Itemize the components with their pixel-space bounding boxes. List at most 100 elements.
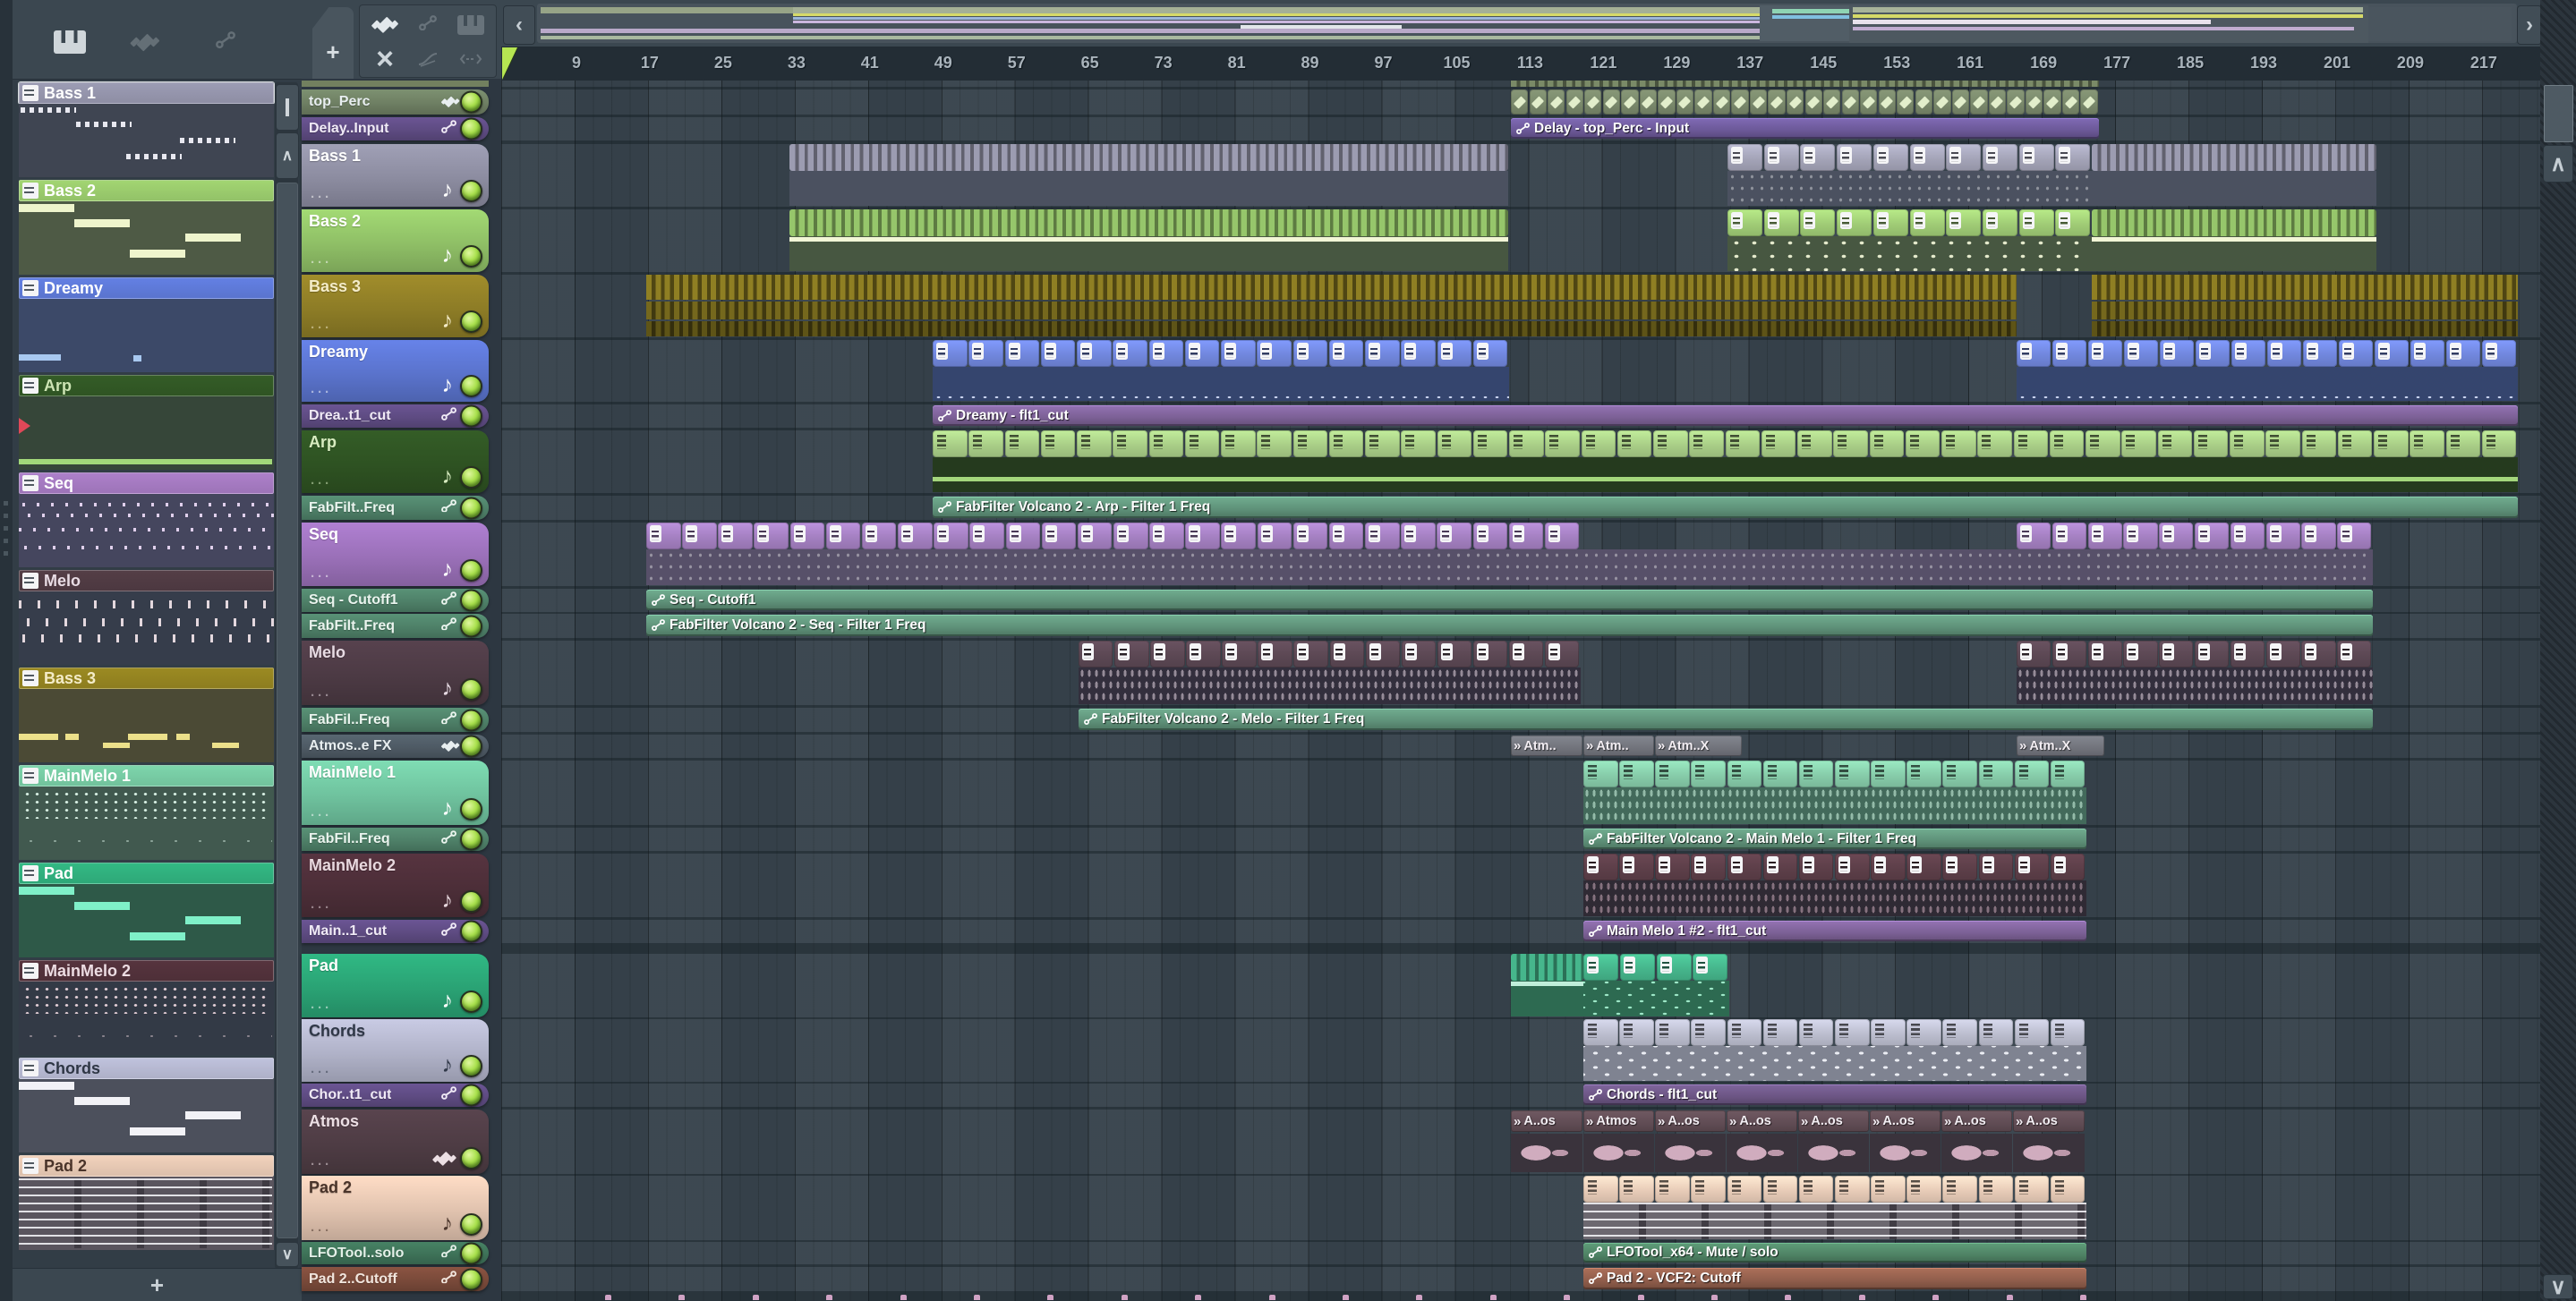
pattern-clip[interactable] — [1725, 430, 1761, 457]
pattern-clip[interactable] — [1761, 430, 1796, 457]
pattern-clip-strip[interactable] — [789, 209, 1508, 236]
audio-clip-cell[interactable] — [2007, 89, 2025, 115]
pattern-clip-strip[interactable] — [2092, 275, 2518, 300]
pattern-clip[interactable] — [1653, 430, 1688, 457]
pattern-clip[interactable] — [1293, 641, 1328, 668]
pattern-clip[interactable] — [2121, 430, 2156, 457]
scroll-left-button[interactable]: ‹ — [503, 5, 535, 45]
pattern-header[interactable]: Pad — [19, 863, 274, 884]
audio-clip[interactable]: » A..os — [1511, 1110, 1582, 1132]
pattern-clip[interactable] — [2301, 430, 2337, 457]
pattern-clip[interactable] — [1800, 209, 1836, 236]
pattern-clip[interactable] — [1762, 1019, 1798, 1046]
pattern-clip[interactable] — [2018, 144, 2054, 171]
track-header-main-1-cut[interactable]: Main..1_cut — [302, 920, 489, 943]
pattern-clip[interactable] — [1545, 430, 1580, 457]
pattern-clip-strip[interactable] — [2092, 144, 2376, 171]
pattern-clip[interactable] — [1727, 854, 1762, 880]
pattern-clip[interactable] — [1257, 340, 1292, 367]
track-options-dots[interactable]: ··· — [311, 476, 332, 491]
track-mute-led[interactable] — [460, 991, 482, 1013]
pattern-clip[interactable] — [1727, 144, 1763, 171]
pattern-clip-strip[interactable] — [646, 321, 2017, 336]
pattern-clip[interactable] — [2265, 430, 2300, 457]
picker-scrollbar-thumb[interactable] — [277, 183, 298, 1238]
pattern-clip[interactable] — [2050, 761, 2086, 787]
track-options-dots[interactable]: ··· — [311, 190, 332, 205]
audio-clip-cell[interactable] — [1786, 89, 1804, 115]
pattern-clip[interactable] — [2123, 523, 2158, 549]
panel-drag-handle[interactable] — [4, 514, 8, 518]
track-mute-led[interactable] — [460, 1242, 482, 1264]
pattern-clip[interactable] — [1872, 144, 1908, 171]
audio-clip-cell[interactable] — [1915, 89, 1933, 115]
pattern-clip[interactable] — [1909, 144, 1945, 171]
slide-curve-tool-icon[interactable] — [408, 44, 448, 74]
pattern-clip[interactable] — [968, 430, 1003, 457]
pattern-header[interactable]: Pad 2 — [19, 1155, 274, 1177]
pattern-clip[interactable] — [1005, 523, 1041, 549]
pattern-clip[interactable] — [1691, 1019, 1726, 1046]
pattern-clip[interactable] — [1437, 430, 1472, 457]
pattern-clip[interactable] — [1581, 430, 1616, 457]
pattern-clip[interactable] — [1616, 430, 1652, 457]
pattern-clip[interactable] — [1942, 1176, 1977, 1203]
pattern-clip[interactable] — [1148, 340, 1184, 367]
pattern-item-chords[interactable]: Chords — [19, 1058, 274, 1152]
audio-clip-cell[interactable] — [1749, 89, 1768, 115]
picker-tab-automation[interactable] — [202, 27, 249, 57]
pattern-clip[interactable] — [1942, 761, 1977, 787]
pattern-clip[interactable] — [1079, 641, 1113, 668]
track-header-pad[interactable]: Pad ··· ♪ — [302, 954, 489, 1017]
pattern-clip[interactable] — [2196, 340, 2231, 367]
audio-clip-cell[interactable] — [1712, 89, 1731, 115]
pattern-clip[interactable] — [1727, 1176, 1762, 1203]
pattern-clip[interactable] — [1328, 340, 1364, 367]
pattern-clip[interactable] — [2159, 641, 2194, 668]
automation-clip[interactable]: Chords - flt1_cut — [1583, 1084, 2086, 1105]
pattern-clip[interactable] — [1978, 1176, 2014, 1203]
track-mute-led[interactable] — [460, 828, 482, 851]
pattern-header[interactable]: Bass 2 — [19, 180, 274, 201]
audio-clip[interactable]: » Atm.. — [1583, 736, 1654, 756]
pattern-header[interactable]: Melo — [19, 570, 274, 591]
pattern-clip[interactable] — [1797, 430, 1832, 457]
pattern-clip[interactable] — [1906, 1019, 1941, 1046]
pattern-clip[interactable] — [1149, 523, 1184, 549]
track-mute-led[interactable] — [460, 1055, 482, 1077]
track-mute-led[interactable] — [460, 1147, 482, 1169]
pattern-clip[interactable] — [1437, 340, 1472, 367]
pattern-clip[interactable] — [2230, 523, 2265, 549]
pattern-clip[interactable] — [1221, 340, 1256, 367]
pattern-clip[interactable] — [1906, 854, 1941, 880]
pattern-clip[interactable] — [1837, 209, 1872, 236]
pattern-clip[interactable] — [1691, 854, 1726, 880]
track-mute-led[interactable] — [460, 1084, 482, 1107]
pattern-clip[interactable] — [1472, 523, 1508, 549]
track-mute-led[interactable] — [460, 1213, 482, 1236]
pattern-clip[interactable] — [2195, 641, 2230, 668]
track-header-seq[interactable]: Seq ··· ♪ — [302, 523, 489, 586]
pattern-header[interactable]: Seq — [19, 472, 274, 494]
pattern-clip[interactable] — [718, 523, 753, 549]
pattern-clip[interactable] — [1946, 144, 1982, 171]
track-mute-led[interactable] — [460, 920, 482, 943]
pattern-clip-strip[interactable] — [646, 275, 2017, 300]
audio-clip[interactable]: » A..os — [1870, 1110, 1941, 1132]
audio-clip-cell[interactable] — [1676, 89, 1694, 115]
mute-cut-tool-icon[interactable]: × — [365, 42, 405, 76]
pattern-clip[interactable] — [1872, 209, 1908, 236]
track-header-melo[interactable]: Melo ··· ♪ — [302, 641, 489, 705]
vertical-scrollbar[interactable]: ∧ ∨ — [2540, 0, 2576, 1301]
audio-clip[interactable]: » A..os — [1727, 1110, 1797, 1132]
track-options-dots[interactable]: ··· — [311, 900, 332, 915]
pattern-clip[interactable] — [1257, 430, 1292, 457]
track-mute-led[interactable] — [460, 375, 482, 397]
minimap[interactable] — [537, 4, 2517, 43]
pattern-clip[interactable] — [1833, 430, 1868, 457]
pattern-clip[interactable] — [1004, 340, 1040, 367]
track-mute-led[interactable] — [460, 589, 482, 612]
pattern-clip[interactable] — [1835, 1019, 1870, 1046]
pattern-header[interactable]: Bass 1 — [19, 82, 274, 104]
track-header-atmos-e-fx[interactable]: Atmos..e FX — [302, 735, 489, 758]
